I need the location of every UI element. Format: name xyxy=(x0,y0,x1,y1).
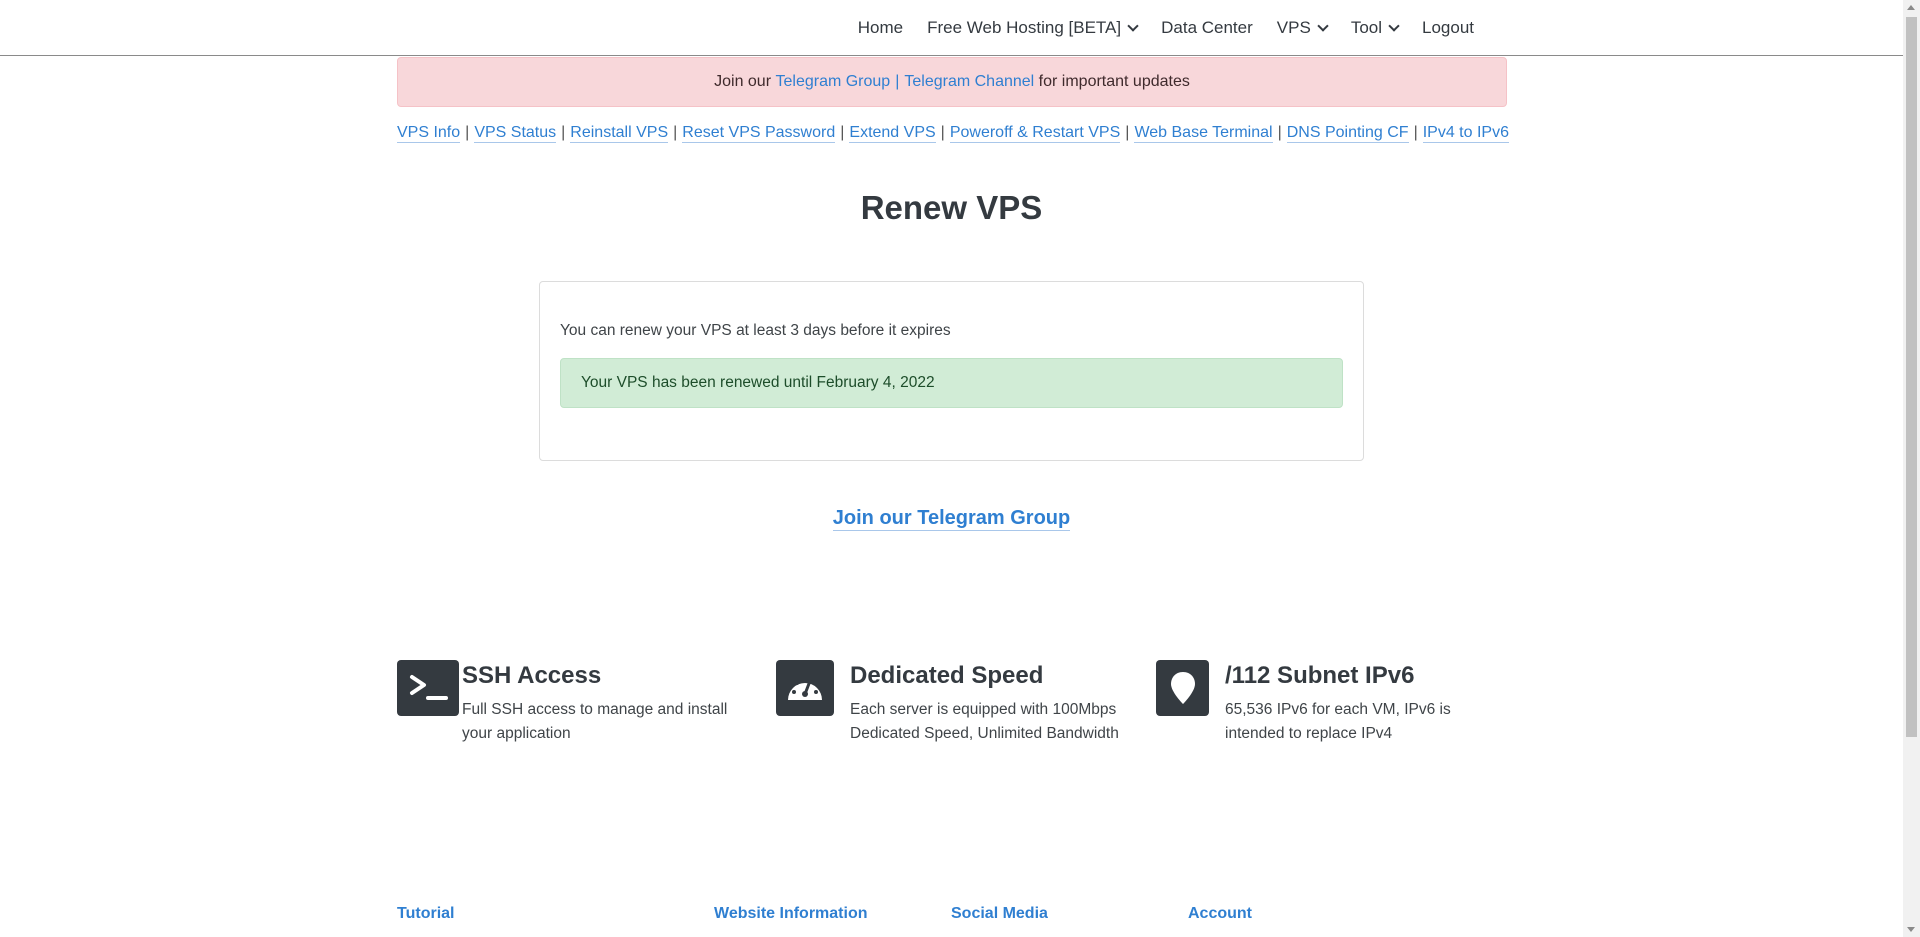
feature-desc-line: 65,536 IPv6 for each VM, IPv6 is xyxy=(1225,701,1451,718)
footer-heading-social-media: Social Media xyxy=(951,905,1048,922)
vps-subnav: VPS Info | VPS Status | Reinstall VPS | Reset … xyxy=(397,124,1509,143)
footer-heading-account: Account xyxy=(1188,905,1252,922)
footer-heading-tutorial: Tutorial xyxy=(397,905,455,922)
feature-desc-line: Each server is equipped with 100Mbps xyxy=(850,701,1117,718)
footer-heading-website-information: Website Information xyxy=(714,905,868,922)
nav-data-center-label: Data Center xyxy=(1161,18,1253,37)
feature-title: /112 Subnet IPv6 xyxy=(1225,662,1415,689)
nav-free-web-hosting-label: Free Web Hosting [BETA] xyxy=(927,18,1122,37)
map-pin-icon xyxy=(1156,660,1209,716)
feature-title: SSH Access xyxy=(462,662,602,689)
feature-description: Each server is equipped with 100Mbps Ded… xyxy=(850,698,1150,746)
subnav-poweroff-restart-vps[interactable]: Poweroff & Restart VPS xyxy=(949,124,1121,143)
renew-info-text: You can renew your VPS at least 3 days b… xyxy=(560,322,951,339)
subnav-extend-vps[interactable]: Extend VPS xyxy=(849,124,936,143)
vertical-scrollbar[interactable] xyxy=(1903,0,1920,937)
nav-tool[interactable]: Tool xyxy=(1339,18,1410,38)
announcement-banner: Join our Telegram Group | Telegram Channel… xyxy=(397,57,1507,107)
subnav-separator: | xyxy=(1125,124,1130,141)
terminal-icon xyxy=(397,660,459,716)
nav-vps[interactable]: VPS xyxy=(1265,18,1339,38)
nav-logout[interactable]: Logout xyxy=(1410,18,1486,38)
nav-logout-label: Logout xyxy=(1422,18,1474,37)
nav-home-label: Home xyxy=(857,18,904,37)
subnav-separator: | xyxy=(561,124,566,141)
chevron-down-icon xyxy=(1317,19,1329,32)
nav-free-web-hosting[interactable]: Free Web Hosting [BETA] xyxy=(915,18,1149,38)
nav-menu: Home Free Web Hosting [BETA] Data Center… xyxy=(846,0,1486,56)
subnav-ipv4-to-ipv6[interactable]: IPv4 to IPv6 xyxy=(1422,124,1509,143)
success-alert: Your VPS has been renewed until February… xyxy=(560,358,1343,408)
scrollbar-thumb[interactable] xyxy=(1906,17,1917,737)
feature-description: 65,536 IPv6 for each VM, IPv6 is intende… xyxy=(1225,698,1525,746)
top-navbar: Home Free Web Hosting [BETA] Data Center… xyxy=(0,0,1903,56)
subnav-vps-status[interactable]: VPS Status xyxy=(474,124,557,143)
banner-prefix: Join our xyxy=(714,73,772,90)
feature-desc-line: your application xyxy=(462,725,571,742)
feature-title: Dedicated Speed xyxy=(850,662,1044,689)
nav-vps-label: VPS xyxy=(1276,18,1311,37)
scroll-up-icon[interactable] xyxy=(1907,5,1915,10)
feature-desc-line: intended to replace IPv4 xyxy=(1225,725,1393,742)
scroll-down-icon[interactable] xyxy=(1907,927,1915,932)
subnav-reinstall-vps[interactable]: Reinstall VPS xyxy=(570,124,669,143)
renew-card: You can renew your VPS at least 3 days b… xyxy=(539,281,1364,461)
subnav-separator: | xyxy=(1277,124,1282,141)
subnav-separator: | xyxy=(465,124,470,141)
join-telegram-group-link[interactable]: Join our Telegram Group xyxy=(832,507,1071,531)
subnav-separator: | xyxy=(673,124,678,141)
telegram-group-link[interactable]: Telegram Group xyxy=(775,73,890,91)
subnav-reset-vps-password[interactable]: Reset VPS Password xyxy=(682,124,836,143)
subnav-dns-pointing-cf[interactable]: DNS Pointing CF xyxy=(1286,124,1409,143)
chevron-down-icon xyxy=(1127,19,1139,32)
banner-suffix: for important updates xyxy=(1038,73,1190,90)
feature-desc-line: Dedicated Speed, Unlimited Bandwidth xyxy=(850,725,1119,742)
nav-data-center[interactable]: Data Center xyxy=(1149,18,1265,38)
subnav-separator: | xyxy=(1413,124,1418,141)
feature-desc-line: Full SSH access to manage and install xyxy=(462,701,728,718)
banner-separator: | xyxy=(895,73,900,90)
page-title: Renew VPS xyxy=(860,189,1043,226)
chevron-down-icon xyxy=(1388,19,1400,32)
subnav-separator: | xyxy=(840,124,845,141)
nav-tool-label: Tool xyxy=(1350,18,1382,37)
speedometer-icon xyxy=(776,660,834,716)
feature-description: Full SSH access to manage and install yo… xyxy=(462,698,762,746)
subnav-separator: | xyxy=(940,124,945,141)
success-alert-text: Your VPS has been renewed until February… xyxy=(581,374,935,391)
nav-home[interactable]: Home xyxy=(846,18,915,38)
subnav-vps-info[interactable]: VPS Info xyxy=(397,124,461,143)
telegram-cta: Join our Telegram Group xyxy=(0,507,1903,531)
subnav-web-base-terminal[interactable]: Web Base Terminal xyxy=(1134,124,1273,143)
telegram-channel-link[interactable]: Telegram Channel xyxy=(904,73,1034,91)
